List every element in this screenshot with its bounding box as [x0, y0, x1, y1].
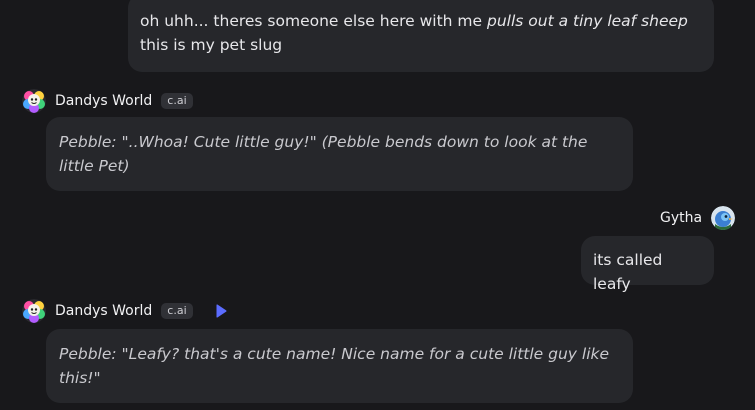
user-name[interactable]: Gytha [660, 210, 702, 226]
user-message-action-text: pulls out a tiny leaf sheep [487, 12, 688, 30]
user-message-text: its called leafy [593, 251, 663, 293]
user-message-bubble: its called leafy [581, 236, 714, 293]
character-message-text: Pebble: "..Whoa! Cute little guy!" (Pebb… [59, 133, 588, 175]
user-message-bubble: oh uhh... theres someone else here with … [128, 0, 714, 72]
rainbow-flower-avatar-icon[interactable] [22, 89, 46, 113]
cai-badge: c.ai [161, 303, 193, 319]
user-message-line-2: this is my pet slug [140, 36, 283, 54]
character-message-text: Pebble: "Leafy? that's a cute name! Nice… [59, 345, 610, 387]
blue-bird-avatar-icon[interactable] [711, 206, 736, 230]
user-message-header: Gytha [660, 205, 736, 231]
play-icon[interactable] [215, 304, 227, 318]
cai-badge: c.ai [161, 93, 193, 109]
character-message-header: Dandys World c.ai [22, 298, 227, 324]
character-message-bubble: Pebble: "Leafy? that's a cute name! Nice… [46, 329, 633, 403]
user-message-line: oh uhh... theres someone else here with … [140, 9, 702, 33]
user-message-text: oh uhh... theres someone else here with … [140, 12, 487, 30]
character-message-header: Dandys World c.ai [22, 88, 193, 114]
character-message-bubble: Pebble: "..Whoa! Cute little guy!" (Pebb… [46, 117, 633, 191]
character-name[interactable]: Dandys World [55, 303, 152, 319]
rainbow-flower-avatar-icon[interactable] [22, 299, 46, 323]
character-name[interactable]: Dandys World [55, 93, 152, 109]
chat-thread: oh uhh... theres someone else here with … [0, 0, 755, 410]
